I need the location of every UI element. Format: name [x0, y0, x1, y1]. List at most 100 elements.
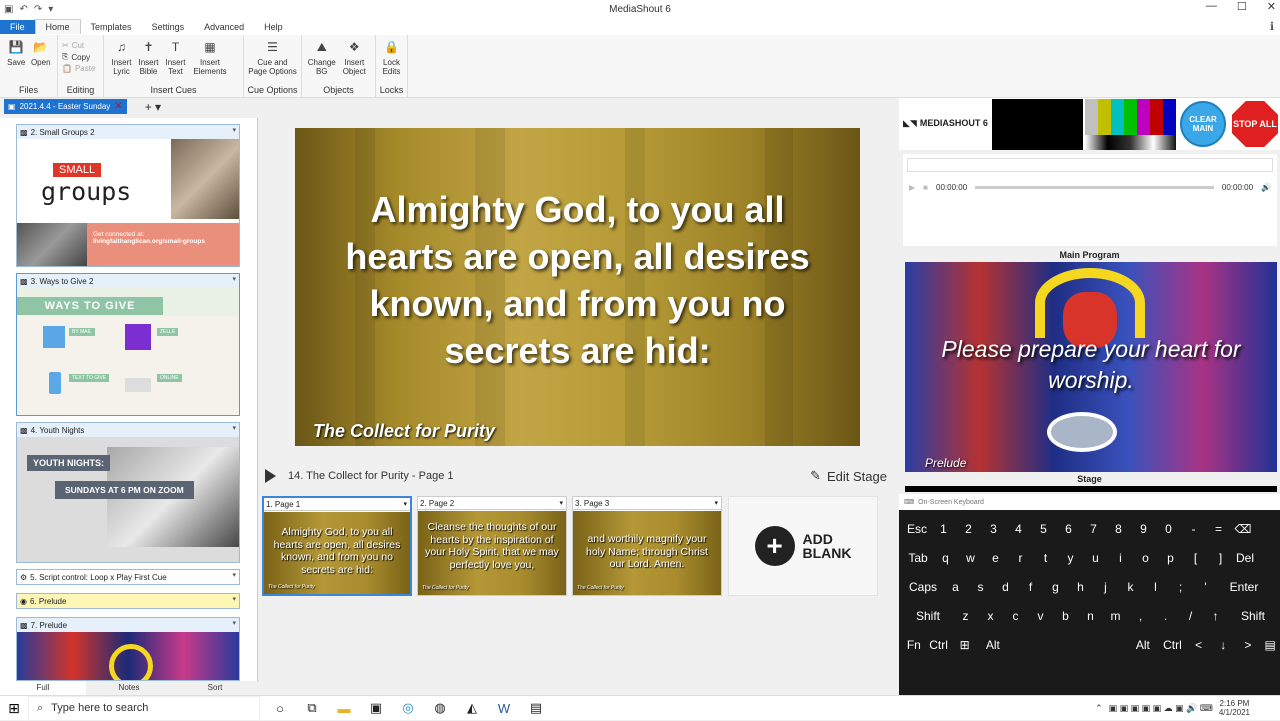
osk-key[interactable]: Enter [1218, 580, 1270, 594]
osk-key[interactable]: ' [1193, 580, 1218, 594]
osk-key[interactable]: a [943, 580, 968, 594]
tab-settings[interactable]: Settings [142, 20, 195, 34]
edit-stage-button[interactable]: ✎ Edit Stage [810, 468, 887, 484]
osk-key[interactable]: c [1003, 609, 1028, 623]
osk-key[interactable]: ▤ [1260, 638, 1280, 652]
clock[interactable]: 2:16 PM 4/1/2021 [1219, 699, 1250, 717]
osk-key[interactable]: q [933, 551, 958, 565]
osk-key[interactable]: Tab [903, 551, 933, 565]
cue-dropdown-icon[interactable]: ▾ [232, 126, 236, 134]
osk-key[interactable]: ⊞ [952, 638, 977, 652]
osk-key[interactable]: i [1108, 551, 1133, 565]
osk-key[interactable]: b [1053, 609, 1078, 623]
cue-dropdown-icon[interactable]: ▾ [232, 571, 236, 579]
volume-icon[interactable]: 🔊 [1261, 183, 1271, 192]
cortana-icon[interactable]: ○ [272, 701, 288, 716]
close-icon[interactable]: ✕ [1267, 0, 1276, 13]
osk-key[interactable]: Shift [903, 609, 953, 623]
open-button[interactable]: 📂 Open [29, 39, 54, 83]
osk-key[interactable]: ↓ [1211, 638, 1236, 652]
lock-edits-button[interactable]: 🔒 Lock Edits [380, 39, 403, 83]
osk-key[interactable]: 8 [1106, 522, 1131, 536]
osk-key[interactable]: < [1186, 638, 1211, 652]
osk-key[interactable]: Alt [977, 638, 1009, 652]
cue-item[interactable]: ▩ 4. Youth Nights ▾ YOUTH NIGHTS: SUNDAYS … [16, 422, 240, 563]
osk-key[interactable]: t [1033, 551, 1058, 565]
page-thumb[interactable]: 3. Page 3 ▾ and worthily magnify your hol… [572, 496, 722, 596]
osk-key[interactable]: ↑ [1203, 609, 1228, 623]
osk-key[interactable]: w [958, 551, 983, 565]
osk-key[interactable]: r [1008, 551, 1033, 565]
cue-dropdown-icon[interactable]: ▾ [232, 424, 236, 432]
paste-button[interactable]: 📋 Paste [62, 64, 95, 73]
osk-key[interactable]: 1 [931, 522, 956, 536]
osk-key[interactable]: 5 [1031, 522, 1056, 536]
add-blank-button[interactable]: + ADD BLANK [728, 496, 878, 596]
stop-icon[interactable]: ■ [923, 183, 928, 192]
cut-button[interactable]: ✂ Cut [62, 41, 95, 50]
tab-full[interactable]: Full [0, 681, 86, 695]
maximize-icon[interactable]: ☐ [1237, 0, 1247, 13]
osk-key[interactable]: u [1083, 551, 1108, 565]
clear-main-button[interactable]: CLEAR MAIN [1180, 101, 1226, 147]
qat-dropdown-icon[interactable]: ▾ [48, 4, 53, 15]
test-pattern-button[interactable] [1085, 99, 1176, 150]
cue-dropdown-icon[interactable]: ▾ [232, 619, 236, 627]
osk-key[interactable]: 3 [981, 522, 1006, 536]
osk-key[interactable]: o [1133, 551, 1158, 565]
osk-key[interactable]: [ [1183, 551, 1208, 565]
osk-key[interactable]: Ctrl [925, 638, 953, 652]
osk-key[interactable]: > [1236, 638, 1261, 652]
cue-item[interactable]: ◉ 6. Prelude ▾ [16, 593, 240, 609]
osk-key[interactable]: Shift [1228, 609, 1278, 623]
osk-key[interactable]: ] [1208, 551, 1233, 565]
close-tab-icon[interactable]: ✕ [114, 101, 122, 112]
osk-key[interactable]: Esc [903, 522, 931, 536]
osk-key[interactable]: s [968, 580, 993, 594]
osk-key[interactable]: ; [1168, 580, 1193, 594]
start-icon[interactable]: ⊞ [0, 700, 28, 717]
add-tab-icon[interactable]: + ▾ [145, 100, 161, 114]
page-thumb[interactable]: 2. Page 2 ▾ Cleanse the thoughts of our h… [417, 496, 567, 596]
osk-key[interactable]: ⌫ [1231, 522, 1255, 536]
osk-key[interactable]: Fn [903, 638, 925, 652]
obs-icon[interactable]: ◍ [432, 700, 448, 716]
app-taskbar-icon[interactable]: ▤ [528, 700, 544, 716]
insert-bible-button[interactable]: ✝ Insert Bible [135, 39, 162, 83]
osk-key[interactable]: Caps [903, 580, 943, 594]
copy-button[interactable]: ⎘ Copy [62, 52, 95, 62]
stop-all-button[interactable]: STOP ALL [1232, 101, 1278, 147]
tray-icons[interactable]: ▣ ▣ ▣ ▣ ▣ ☁ ▣ 🔊 ⌨ [1109, 703, 1213, 714]
page-thumb[interactable]: 1. Page 1 ▾ Almighty God, to you all hear… [262, 496, 412, 596]
media-seek-bar[interactable] [975, 185, 1214, 189]
chevron-up-icon[interactable]: ⌃ [1095, 703, 1103, 714]
page-dropdown-icon[interactable]: ▾ [559, 497, 563, 510]
osk-key[interactable]: 6 [1056, 522, 1081, 536]
osk-key[interactable]: y [1058, 551, 1083, 565]
page-dropdown-icon[interactable]: ▾ [714, 497, 718, 510]
play-icon[interactable]: ▶ [909, 183, 915, 192]
osk-key[interactable]: 4 [1006, 522, 1031, 536]
insert-elements-button[interactable]: ▦ Insert Elements [189, 39, 231, 83]
tab-file[interactable]: File [0, 19, 35, 34]
tab-home[interactable]: Home [34, 19, 81, 34]
file-explorer-icon[interactable]: ▬ [336, 701, 352, 716]
redo-icon[interactable]: ↷ [34, 4, 42, 15]
osk-key[interactable]: v [1028, 609, 1053, 623]
word-icon[interactable]: W [496, 701, 512, 716]
play-icon[interactable] [265, 469, 276, 483]
tab-templates[interactable]: Templates [81, 20, 142, 34]
tab-notes[interactable]: Notes [86, 681, 172, 695]
cue-item[interactable]: ▩ 3. Ways to Give 2 ▾ WAYS TO GIVE BY MAIL… [16, 273, 240, 416]
osk-key[interactable]: m [1103, 609, 1128, 623]
minimize-icon[interactable]: — [1206, 0, 1217, 13]
osk-key[interactable]: d [993, 580, 1018, 594]
cue-dropdown-icon[interactable]: ▾ [232, 275, 236, 283]
cue-dropdown-icon[interactable]: ▾ [232, 595, 236, 603]
osk-key[interactable]: f [1018, 580, 1043, 594]
info-icon[interactable]: ℹ [1270, 20, 1274, 33]
osk-key[interactable]: / [1178, 609, 1203, 623]
undo-icon[interactable]: ↶ [19, 4, 27, 15]
osk-key[interactable]: k [1118, 580, 1143, 594]
osk-key[interactable]: - [1181, 522, 1206, 536]
